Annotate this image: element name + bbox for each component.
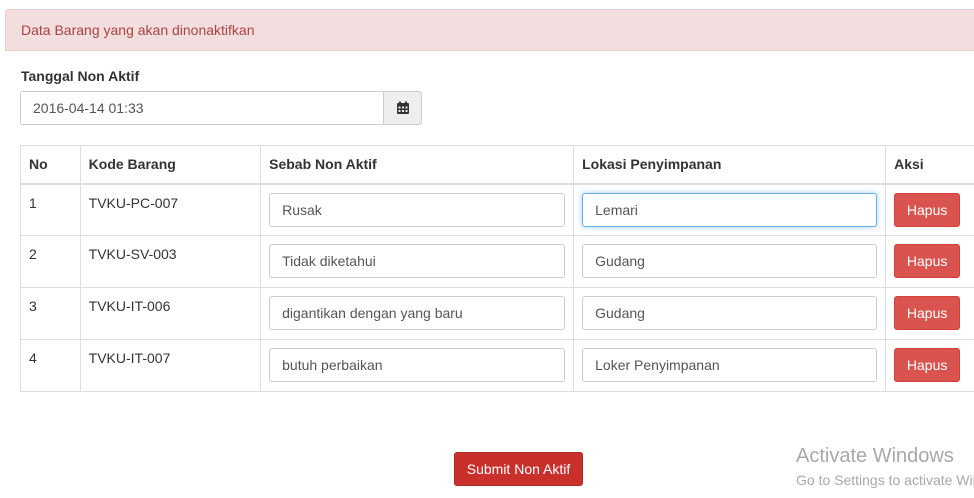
date-label: Tanggal Non Aktif xyxy=(21,68,140,84)
panel-heading: Data Barang yang akan dinonaktifkan xyxy=(5,9,974,51)
table-row: 3 TVKU-IT-006 Hapus xyxy=(20,287,974,340)
row-kode: TVKU-SV-003 xyxy=(79,235,262,288)
header-no: No xyxy=(20,145,81,185)
row-kode: TVKU-IT-007 xyxy=(79,339,262,392)
row-no: 4 xyxy=(20,339,81,392)
table-row: 4 TVKU-IT-007 Hapus xyxy=(20,339,974,392)
header-aksi: Aksi xyxy=(885,145,974,185)
watermark-subtitle: Go to Settings to activate Windows. xyxy=(796,472,974,488)
lokasi-input[interactable] xyxy=(582,244,878,278)
row-no: 3 xyxy=(20,287,81,340)
lokasi-input[interactable] xyxy=(582,192,878,227)
header-sebab-non-aktif: Sebab Non Aktif xyxy=(260,145,575,185)
sebab-input[interactable] xyxy=(269,244,566,278)
table-row: 2 TVKU-SV-003 Hapus xyxy=(20,235,974,288)
calendar-icon xyxy=(396,101,409,114)
row-kode: TVKU-IT-006 xyxy=(79,287,262,340)
hapus-button[interactable]: Hapus xyxy=(894,348,961,382)
watermark-title: Activate Windows xyxy=(796,445,954,467)
header-lokasi-penyimpanan: Lokasi Penyimpanan xyxy=(573,145,887,185)
sebab-input[interactable] xyxy=(269,296,566,330)
lokasi-input[interactable] xyxy=(582,348,878,382)
date-input-group xyxy=(20,91,422,125)
row-kode: TVKU-PC-007 xyxy=(79,183,262,236)
row-no: 1 xyxy=(20,183,81,236)
activate-windows-watermark: Activate Windows Go to Settings to activ… xyxy=(796,445,974,488)
items-table: No Kode Barang Sebab Non Aktif Lokasi Pe… xyxy=(20,145,974,392)
hapus-button[interactable]: Hapus xyxy=(894,296,961,330)
table-header-row: No Kode Barang Sebab Non Aktif Lokasi Pe… xyxy=(20,145,974,185)
calendar-button[interactable] xyxy=(383,91,422,125)
submit-non-aktif-button[interactable]: Submit Non Aktif xyxy=(454,452,583,486)
sebab-input[interactable] xyxy=(269,192,566,227)
lokasi-input[interactable] xyxy=(582,296,878,330)
row-no: 2 xyxy=(20,235,81,288)
panel-heading-text: Data Barang yang akan dinonaktifkan xyxy=(21,22,255,38)
hapus-button[interactable]: Hapus xyxy=(894,244,961,278)
hapus-button[interactable]: Hapus xyxy=(894,192,961,227)
table-row: 1 TVKU-PC-007 Hapus xyxy=(20,183,974,236)
date-input[interactable] xyxy=(20,91,383,125)
sebab-input[interactable] xyxy=(269,348,566,382)
header-kode-barang: Kode Barang xyxy=(79,145,262,185)
